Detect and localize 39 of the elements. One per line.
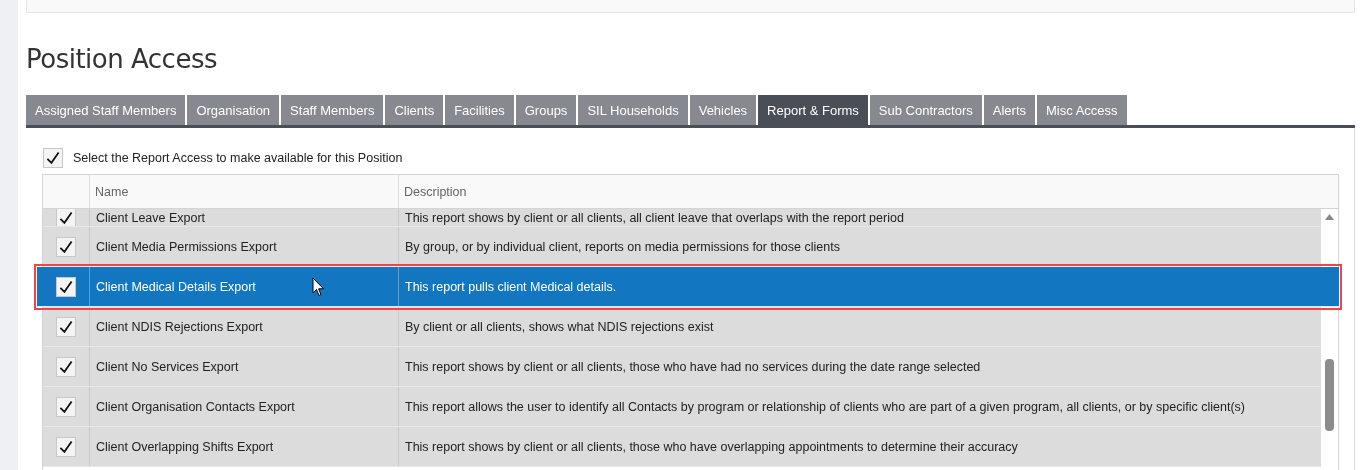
- checkbox[interactable]: [43, 148, 63, 168]
- table-row[interactable]: Client NDIS Rejections Export By client or all clients, shows what NDIS rejections exist: [43, 307, 1321, 347]
- checkbox[interactable]: [56, 209, 76, 226]
- mouse-pointer-icon: [312, 277, 325, 297]
- checkbox[interactable]: [56, 236, 76, 257]
- tab[interactable]: Vehicles: [689, 95, 757, 125]
- table-row[interactable]: Client Overlapping Shifts Export This report shows by client or all clients, those who have overlapping appointments to determine their accuracy: [43, 427, 1321, 467]
- table-row[interactable]: Client Media Permissions Export By group, or by individual client, reports on media permissions for those clients: [43, 227, 1321, 267]
- checkbox[interactable]: [56, 276, 76, 297]
- page-title: Position Access: [26, 43, 218, 75]
- column-header[interactable]: Name: [89, 175, 398, 208]
- column-header[interactable]: Description: [398, 175, 1338, 208]
- tab[interactable]: Sub Contractors: [869, 95, 982, 125]
- table-row[interactable]: Client No Services Export This report shows by client or all clients, those who have had no services during the date range selected: [43, 347, 1321, 387]
- tab[interactable]: Groups: [515, 95, 577, 125]
- report-name-cell: Client Organisation Contacts Export: [89, 387, 398, 426]
- table-row[interactable]: Client Medical Details Export This report pulls client Medical details.: [37, 267, 1339, 307]
- checkbox[interactable]: [56, 316, 76, 337]
- checkbox[interactable]: [56, 356, 76, 377]
- tab[interactable]: Misc Access: [1037, 95, 1127, 125]
- tab[interactable]: Assigned Staff Members: [26, 95, 186, 125]
- tab[interactable]: Alerts: [983, 95, 1036, 125]
- report-description-cell: This report pulls client Medical details.: [398, 267, 1321, 306]
- scroll-up-icon[interactable]: [1324, 213, 1335, 221]
- report-name-cell: Client Overlapping Shifts Export: [89, 427, 398, 466]
- tab[interactable]: Staff Members: [281, 95, 384, 125]
- report-name-cell: Client No Services Export: [89, 347, 398, 386]
- checkbox[interactable]: [56, 396, 76, 417]
- tab[interactable]: Facilities: [445, 95, 514, 125]
- tab[interactable]: Report & Forms: [758, 95, 868, 125]
- report-name-cell: Client NDIS Rejections Export: [89, 307, 398, 346]
- tab[interactable]: Clients: [385, 95, 444, 125]
- table-row[interactable]: Client Organisation Contacts Export This report allows the user to identify all Contacts by program or relationship of clients who are part of a given program, all clients, or by specific client(s): [43, 387, 1321, 427]
- scrollbar-thumb[interactable]: [1325, 359, 1334, 431]
- tab[interactable]: Organisation: [187, 95, 280, 125]
- table-row[interactable]: Client Leave Export This report shows by client or all clients, all client leave that overlaps with the report period: [43, 209, 1321, 227]
- tab[interactable]: SIL Households: [578, 95, 688, 125]
- select-all-label: Select the Report Access to make available for this Position: [73, 151, 403, 165]
- checkbox[interactable]: [56, 436, 76, 457]
